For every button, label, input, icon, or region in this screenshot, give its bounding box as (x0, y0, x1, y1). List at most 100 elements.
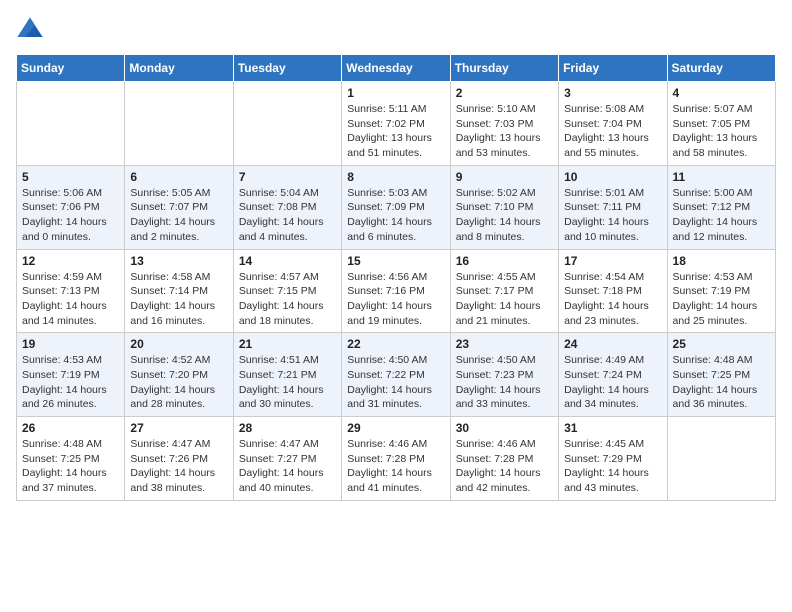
day-number: 17 (564, 254, 661, 268)
day-info: Sunrise: 5:06 AM Sunset: 7:06 PM Dayligh… (22, 186, 119, 245)
calendar-cell: 1 Sunrise: 5:11 AM Sunset: 7:02 PM Daylig… (342, 82, 450, 166)
calendar-cell: 27 Sunrise: 4:47 AM Sunset: 7:26 PM Dayli… (125, 417, 233, 501)
day-number: 20 (130, 337, 227, 351)
calendar-cell: 24 Sunrise: 4:49 AM Sunset: 7:24 PM Dayli… (559, 333, 667, 417)
calendar-cell (125, 82, 233, 166)
calendar-cell (17, 82, 125, 166)
day-info: Sunrise: 4:58 AM Sunset: 7:14 PM Dayligh… (130, 270, 227, 329)
weekday-header-wednesday: Wednesday (342, 55, 450, 82)
day-number: 12 (22, 254, 119, 268)
calendar-cell: 4 Sunrise: 5:07 AM Sunset: 7:05 PM Daylig… (667, 82, 775, 166)
day-number: 4 (673, 86, 770, 100)
calendar-cell: 5Sunrise: 5:06 AM Sunset: 7:06 PM Daylig… (17, 165, 125, 249)
calendar-cell: 31 Sunrise: 4:45 AM Sunset: 7:29 PM Dayli… (559, 417, 667, 501)
day-info: Sunrise: 5:07 AM Sunset: 7:05 PM Dayligh… (673, 102, 770, 161)
weekday-header-saturday: Saturday (667, 55, 775, 82)
calendar-cell: 17 Sunrise: 4:54 AM Sunset: 7:18 PM Dayli… (559, 249, 667, 333)
day-info: Sunrise: 5:03 AM Sunset: 7:09 PM Dayligh… (347, 186, 444, 245)
day-info: Sunrise: 4:46 AM Sunset: 7:28 PM Dayligh… (347, 437, 444, 496)
calendar-cell: 25Sunrise: 4:48 AM Sunset: 7:25 PM Dayli… (667, 333, 775, 417)
day-info: Sunrise: 4:50 AM Sunset: 7:22 PM Dayligh… (347, 353, 444, 412)
calendar-cell: 9 Sunrise: 5:02 AM Sunset: 7:10 PM Daylig… (450, 165, 558, 249)
day-info: Sunrise: 5:02 AM Sunset: 7:10 PM Dayligh… (456, 186, 553, 245)
day-number: 2 (456, 86, 553, 100)
calendar-cell: 20 Sunrise: 4:52 AM Sunset: 7:20 PM Dayli… (125, 333, 233, 417)
day-number: 1 (347, 86, 444, 100)
day-info: Sunrise: 4:51 AM Sunset: 7:21 PM Dayligh… (239, 353, 336, 412)
calendar-cell: 23 Sunrise: 4:50 AM Sunset: 7:23 PM Dayli… (450, 333, 558, 417)
week-row-1: 1 Sunrise: 5:11 AM Sunset: 7:02 PM Daylig… (17, 82, 776, 166)
calendar-cell: 28 Sunrise: 4:47 AM Sunset: 7:27 PM Dayli… (233, 417, 341, 501)
day-number: 10 (564, 170, 661, 184)
week-row-3: 12 Sunrise: 4:59 AM Sunset: 7:13 PM Dayli… (17, 249, 776, 333)
day-info: Sunrise: 4:52 AM Sunset: 7:20 PM Dayligh… (130, 353, 227, 412)
day-info: Sunrise: 5:04 AM Sunset: 7:08 PM Dayligh… (239, 186, 336, 245)
day-info: Sunrise: 4:48 AM Sunset: 7:25 PM Dayligh… (673, 353, 770, 412)
calendar-cell: 13 Sunrise: 4:58 AM Sunset: 7:14 PM Dayli… (125, 249, 233, 333)
weekday-header-sunday: Sunday (17, 55, 125, 82)
day-info: Sunrise: 4:49 AM Sunset: 7:24 PM Dayligh… (564, 353, 661, 412)
day-info: Sunrise: 5:08 AM Sunset: 7:04 PM Dayligh… (564, 102, 661, 161)
day-number: 7 (239, 170, 336, 184)
day-info: Sunrise: 4:47 AM Sunset: 7:27 PM Dayligh… (239, 437, 336, 496)
day-info: Sunrise: 4:55 AM Sunset: 7:17 PM Dayligh… (456, 270, 553, 329)
day-info: Sunrise: 4:48 AM Sunset: 7:25 PM Dayligh… (22, 437, 119, 496)
day-number: 18 (673, 254, 770, 268)
day-number: 23 (456, 337, 553, 351)
calendar-cell (667, 417, 775, 501)
calendar-cell: 15 Sunrise: 4:56 AM Sunset: 7:16 PM Dayli… (342, 249, 450, 333)
calendar-cell: 19 Sunrise: 4:53 AM Sunset: 7:19 PM Dayli… (17, 333, 125, 417)
day-info: Sunrise: 4:53 AM Sunset: 7:19 PM Dayligh… (673, 270, 770, 329)
calendar-cell: 7 Sunrise: 5:04 AM Sunset: 7:08 PM Daylig… (233, 165, 341, 249)
week-row-4: 19 Sunrise: 4:53 AM Sunset: 7:19 PM Dayli… (17, 333, 776, 417)
calendar-cell: 30 Sunrise: 4:46 AM Sunset: 7:28 PM Dayli… (450, 417, 558, 501)
day-number: 28 (239, 421, 336, 435)
calendar-cell: 12 Sunrise: 4:59 AM Sunset: 7:13 PM Dayli… (17, 249, 125, 333)
day-number: 19 (22, 337, 119, 351)
day-info: Sunrise: 4:50 AM Sunset: 7:23 PM Dayligh… (456, 353, 553, 412)
day-number: 15 (347, 254, 444, 268)
day-number: 26 (22, 421, 119, 435)
week-row-2: 5Sunrise: 5:06 AM Sunset: 7:06 PM Daylig… (17, 165, 776, 249)
day-number: 30 (456, 421, 553, 435)
day-number: 16 (456, 254, 553, 268)
weekday-header-monday: Monday (125, 55, 233, 82)
day-info: Sunrise: 4:46 AM Sunset: 7:28 PM Dayligh… (456, 437, 553, 496)
calendar-cell: 21 Sunrise: 4:51 AM Sunset: 7:21 PM Dayli… (233, 333, 341, 417)
logo-icon (16, 16, 44, 44)
day-info: Sunrise: 5:11 AM Sunset: 7:02 PM Dayligh… (347, 102, 444, 161)
calendar-cell: 8 Sunrise: 5:03 AM Sunset: 7:09 PM Daylig… (342, 165, 450, 249)
day-number: 22 (347, 337, 444, 351)
day-info: Sunrise: 5:05 AM Sunset: 7:07 PM Dayligh… (130, 186, 227, 245)
calendar-cell: 2 Sunrise: 5:10 AM Sunset: 7:03 PM Daylig… (450, 82, 558, 166)
day-number: 13 (130, 254, 227, 268)
weekday-header-friday: Friday (559, 55, 667, 82)
week-row-5: 26 Sunrise: 4:48 AM Sunset: 7:25 PM Dayli… (17, 417, 776, 501)
calendar-cell: 26 Sunrise: 4:48 AM Sunset: 7:25 PM Dayli… (17, 417, 125, 501)
day-info: Sunrise: 4:53 AM Sunset: 7:19 PM Dayligh… (22, 353, 119, 412)
day-number: 9 (456, 170, 553, 184)
weekday-header-thursday: Thursday (450, 55, 558, 82)
calendar-table: SundayMondayTuesdayWednesdayThursdayFrid… (16, 54, 776, 501)
day-number: 27 (130, 421, 227, 435)
calendar-cell: 29Sunrise: 4:46 AM Sunset: 7:28 PM Dayli… (342, 417, 450, 501)
day-info: Sunrise: 4:45 AM Sunset: 7:29 PM Dayligh… (564, 437, 661, 496)
day-info: Sunrise: 5:10 AM Sunset: 7:03 PM Dayligh… (456, 102, 553, 161)
calendar-cell: 18 Sunrise: 4:53 AM Sunset: 7:19 PM Dayli… (667, 249, 775, 333)
day-info: Sunrise: 4:59 AM Sunset: 7:13 PM Dayligh… (22, 270, 119, 329)
day-number: 14 (239, 254, 336, 268)
day-number: 8 (347, 170, 444, 184)
calendar-cell: 3Sunrise: 5:08 AM Sunset: 7:04 PM Daylig… (559, 82, 667, 166)
day-number: 21 (239, 337, 336, 351)
day-info: Sunrise: 5:01 AM Sunset: 7:11 PM Dayligh… (564, 186, 661, 245)
day-info: Sunrise: 4:54 AM Sunset: 7:18 PM Dayligh… (564, 270, 661, 329)
day-info: Sunrise: 4:56 AM Sunset: 7:16 PM Dayligh… (347, 270, 444, 329)
day-number: 6 (130, 170, 227, 184)
day-info: Sunrise: 4:47 AM Sunset: 7:26 PM Dayligh… (130, 437, 227, 496)
day-number: 31 (564, 421, 661, 435)
calendar-cell: 22 Sunrise: 4:50 AM Sunset: 7:22 PM Dayli… (342, 333, 450, 417)
calendar-cell: 16 Sunrise: 4:55 AM Sunset: 7:17 PM Dayli… (450, 249, 558, 333)
weekday-header-row: SundayMondayTuesdayWednesdayThursdayFrid… (17, 55, 776, 82)
day-number: 24 (564, 337, 661, 351)
day-info: Sunrise: 4:57 AM Sunset: 7:15 PM Dayligh… (239, 270, 336, 329)
